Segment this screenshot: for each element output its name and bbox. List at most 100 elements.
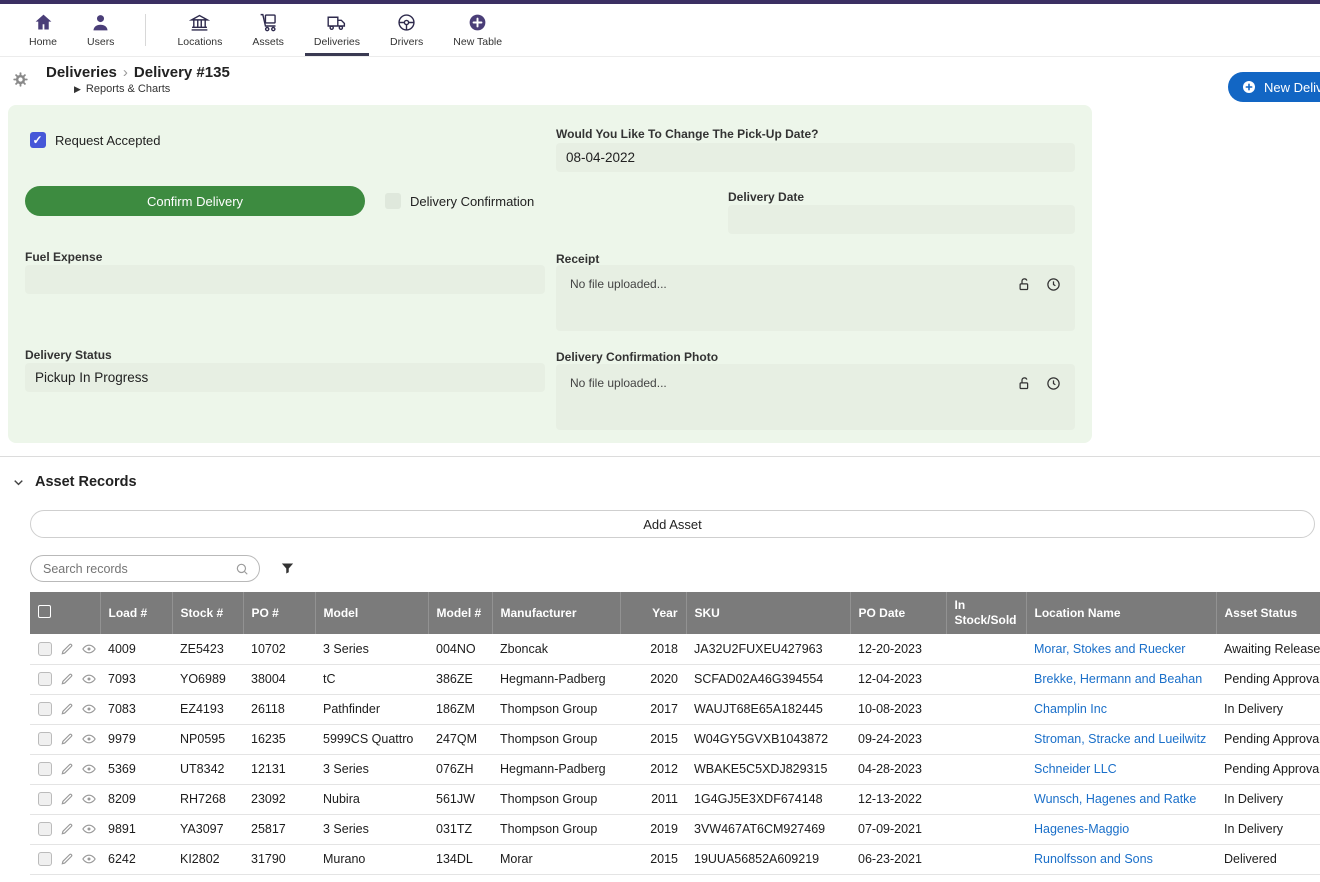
row-checkbox[interactable] [38,672,52,686]
cell-location_name[interactable]: Runolfsson and Sons [1026,844,1216,874]
nav-item-deliveries[interactable]: Deliveries [299,4,375,56]
cell-asset_status: Pending Approval [1216,724,1320,754]
cell-manufacturer: Thompson Group [492,694,620,724]
cell-location_name[interactable]: Morar, Stokes and Ruecker [1026,634,1216,664]
cell-location_name[interactable]: Schneider LLC [1026,754,1216,784]
table-row: 6242KI280231790Murano134DLMorar201519UUA… [30,844,1320,874]
filter-funnel-icon[interactable] [280,561,295,576]
cell-select [30,634,100,664]
row-checkbox[interactable] [38,852,52,866]
cell-sku: W04GY5GVXB1043872 [686,724,850,754]
add-asset-button[interactable]: Add Asset [30,510,1315,538]
edit-icon[interactable] [60,852,74,866]
cell-in_stock_sold [946,634,1026,664]
column-header-manufacturer: Manufacturer [492,592,620,634]
view-icon[interactable] [82,822,96,836]
edit-icon[interactable] [60,642,74,656]
fuel-expense-input[interactable] [25,265,545,294]
cell-model: Murano [315,844,428,874]
nav-item-assets[interactable]: Assets [237,4,299,56]
delivery-form-panel: Request Accepted Would You Like To Chang… [8,105,1092,443]
cell-po: 16235 [243,724,315,754]
cell-select [30,694,100,724]
edit-icon[interactable] [60,702,74,716]
nav-item-home[interactable]: Home [14,4,72,56]
row-checkbox[interactable] [38,702,52,716]
edit-icon[interactable] [60,792,74,806]
cell-year: 2019 [620,814,686,844]
view-icon[interactable] [82,762,96,776]
cell-location_name[interactable]: Hagenes-Maggio [1026,814,1216,844]
cell-stock: YA3097 [172,814,243,844]
cell-location_name[interactable]: Stroman, Stracke and Lueilwitz [1026,724,1216,754]
nav-item-new-table[interactable]: New Table [438,4,517,56]
cell-year: 2020 [620,664,686,694]
column-header-po_date: PO Date [850,592,946,634]
lock-icon[interactable] [1017,277,1032,292]
cell-model: 3 Series [315,754,428,784]
breadcrumb-root[interactable]: Deliveries [46,64,117,81]
cell-stock: KI2802 [172,844,243,874]
cell-location_name[interactable]: Brekke, Hermann and Beahan [1026,664,1216,694]
cell-select [30,784,100,814]
nav-item-locations[interactable]: Locations [162,4,237,56]
view-icon[interactable] [82,642,96,656]
history-clock-icon[interactable] [1046,277,1061,292]
pickup-date-input[interactable] [556,143,1075,172]
receipt-file-box[interactable]: No file uploaded... [556,265,1075,331]
cell-load: 8209 [100,784,172,814]
cell-po_date: 07-09-2021 [850,814,946,844]
edit-icon[interactable] [60,762,74,776]
cell-sku: 1G4GJ5E3XDF674148 [686,784,850,814]
delivery-confirmation-checkbox[interactable] [385,193,401,209]
row-checkbox[interactable] [38,792,52,806]
row-checkbox[interactable] [38,732,52,746]
request-accepted-checkbox[interactable] [30,132,46,148]
row-checkbox[interactable] [38,762,52,776]
asset-records-header[interactable]: Asset Records [12,474,1320,490]
page-header: Deliveries›Delivery #135 ▶ Reports & Cha… [0,57,1320,105]
cell-load: 4009 [100,634,172,664]
new-delivery-button[interactable]: New Delivery [1228,72,1320,102]
cell-stock: EZ4193 [172,694,243,724]
section-divider [0,456,1320,457]
nav-label: Locations [177,36,222,48]
history-clock-icon[interactable] [1046,376,1061,391]
confirmation-photo-file-box[interactable]: No file uploaded... [556,364,1075,430]
search-input[interactable] [43,562,235,576]
cell-load: 7093 [100,664,172,694]
view-icon[interactable] [82,852,96,866]
pickup-date-label: Would You Like To Change The Pick-Up Dat… [556,127,818,141]
confirm-delivery-button[interactable]: Confirm Delivery [25,186,365,216]
search-icon [235,562,249,576]
view-icon[interactable] [82,672,96,686]
edit-icon[interactable] [60,672,74,686]
nav-item-users[interactable]: Users [72,4,129,56]
view-icon[interactable] [82,732,96,746]
cell-po_date: 12-04-2023 [850,664,946,694]
cell-select [30,754,100,784]
row-checkbox[interactable] [38,822,52,836]
cell-location_name[interactable]: Champlin Inc [1026,694,1216,724]
cell-po_date: 06-23-2021 [850,844,946,874]
delivery-date-label: Delivery Date [728,190,804,204]
settings-gear-icon[interactable] [12,71,29,93]
delivery-status-input[interactable] [25,363,545,392]
row-checkbox[interactable] [38,642,52,656]
nav-item-drivers[interactable]: Drivers [375,4,438,56]
cell-in_stock_sold [946,844,1026,874]
cell-po: 10702 [243,634,315,664]
cell-stock: UT8342 [172,754,243,784]
reports-charts-link[interactable]: ▶ Reports & Charts [74,83,170,95]
select-all-checkbox[interactable] [38,605,51,618]
table-row: 4009ZE5423107023 Series004NOZboncak2018J… [30,634,1320,664]
cell-load: 9979 [100,724,172,754]
edit-icon[interactable] [60,822,74,836]
edit-icon[interactable] [60,732,74,746]
view-icon[interactable] [82,702,96,716]
view-icon[interactable] [82,792,96,806]
cell-location_name[interactable]: Wunsch, Hagenes and Ratke [1026,784,1216,814]
delivery-date-input[interactable] [728,205,1075,234]
lock-icon[interactable] [1017,376,1032,391]
cell-in_stock_sold [946,784,1026,814]
